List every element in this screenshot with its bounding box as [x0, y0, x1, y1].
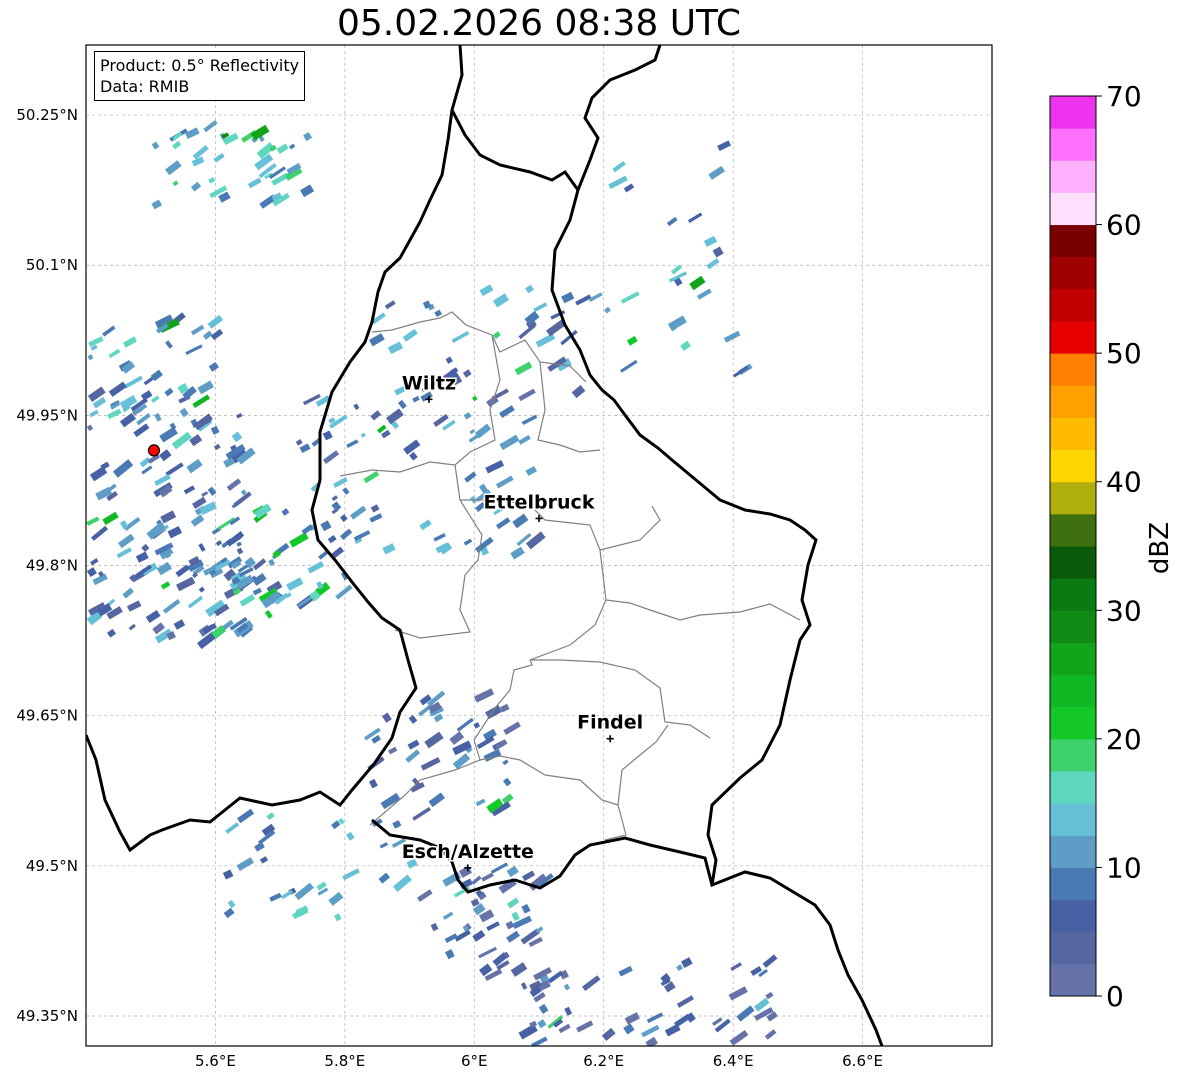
product-label: Product: 0.5° Reflectivity	[100, 56, 300, 75]
colorbar-tick-label: 60	[1106, 209, 1142, 242]
lon-tick-label: 6.2°E	[583, 1052, 624, 1070]
colorbar-segment	[1050, 417, 1096, 451]
colorbar-segment	[1050, 481, 1096, 515]
colorbar-segment	[1050, 803, 1096, 836]
colorbar-segment	[1050, 192, 1096, 226]
radar-map: 5.6°E 5.8°E 6°E 6.2°E 6.4°E 6.6°E 49.35°N 49.5°…	[16, 44, 1142, 1070]
lat-tick-label: 50.25°N	[16, 106, 78, 124]
colorbar-tick-label: 0	[1106, 980, 1124, 1013]
colorbar-segment	[1050, 642, 1096, 676]
radar-site-marker	[147, 444, 161, 457]
colorbar-tick-label: 40	[1106, 466, 1142, 499]
colorbar-segment	[1050, 610, 1096, 643]
colorbar-segment	[1050, 256, 1096, 290]
colorbar-segment	[1050, 353, 1096, 386]
lon-tick-label: 5.8°E	[324, 1052, 365, 1070]
colorbar-segment	[1050, 899, 1096, 933]
city-label: Ettelbruck	[484, 491, 595, 513]
colorbar-segment	[1050, 835, 1096, 868]
city-label: Esch/Alzette	[402, 841, 534, 863]
colorbar: 0 10 20 30 40 50 60 70	[1049, 80, 1142, 1013]
colorbar-segment	[1050, 449, 1096, 483]
colorbar-segment	[1050, 288, 1096, 322]
colorbar-segment	[1050, 931, 1096, 965]
colorbar-segment	[1050, 385, 1096, 418]
data-source-label: Data: RMIB	[100, 77, 190, 96]
colorbar-segment	[1050, 578, 1096, 611]
product-info-box: Product: 0.5° Reflectivity Data: RMIB	[94, 51, 306, 101]
colorbar-tick-label: 20	[1106, 723, 1142, 756]
lon-tick-label: 6.6°E	[842, 1052, 883, 1070]
colorbar-segment	[1050, 771, 1096, 804]
lon-tick-label: 5.6°E	[195, 1052, 236, 1070]
colorbar-segment	[1050, 546, 1096, 579]
colorbar-tick-label: 30	[1106, 594, 1142, 627]
colorbar-segment	[1050, 963, 1096, 997]
colorbar-segment	[1050, 128, 1096, 161]
colorbar-segment	[1050, 321, 1096, 354]
colorbar-segment	[1050, 706, 1096, 740]
echo-cell	[694, 1048, 705, 1058]
colorbar-tick-label: 10	[1106, 851, 1142, 884]
colorbar-segment	[1050, 674, 1096, 708]
colorbar-tick-label: 50	[1106, 337, 1142, 370]
colorbar-tick-label: 70	[1106, 80, 1142, 113]
colorbar-segment	[1050, 738, 1096, 772]
lat-tick-label: 49.65°N	[16, 707, 78, 725]
city-label: Findel	[577, 712, 643, 734]
colorbar-label: dBZ	[1145, 521, 1175, 575]
lon-tick-label: 6.4°E	[713, 1052, 754, 1070]
lat-tick-label: 49.95°N	[16, 406, 78, 424]
lon-tick-label: 6°E	[461, 1052, 488, 1070]
colorbar-segment	[1050, 224, 1096, 258]
colorbar-segment	[1050, 160, 1096, 193]
lat-tick-label: 49.8°N	[26, 557, 78, 575]
lat-tick-label: 50.1°N	[26, 256, 78, 274]
colorbar-segment	[1050, 513, 1096, 547]
city-label: Wiltz	[402, 372, 456, 394]
lat-tick-label: 49.5°N	[26, 857, 78, 875]
colorbar-segment	[1050, 867, 1096, 901]
colorbar-segment	[1050, 96, 1096, 129]
lat-tick-label: 49.35°N	[16, 1007, 78, 1025]
